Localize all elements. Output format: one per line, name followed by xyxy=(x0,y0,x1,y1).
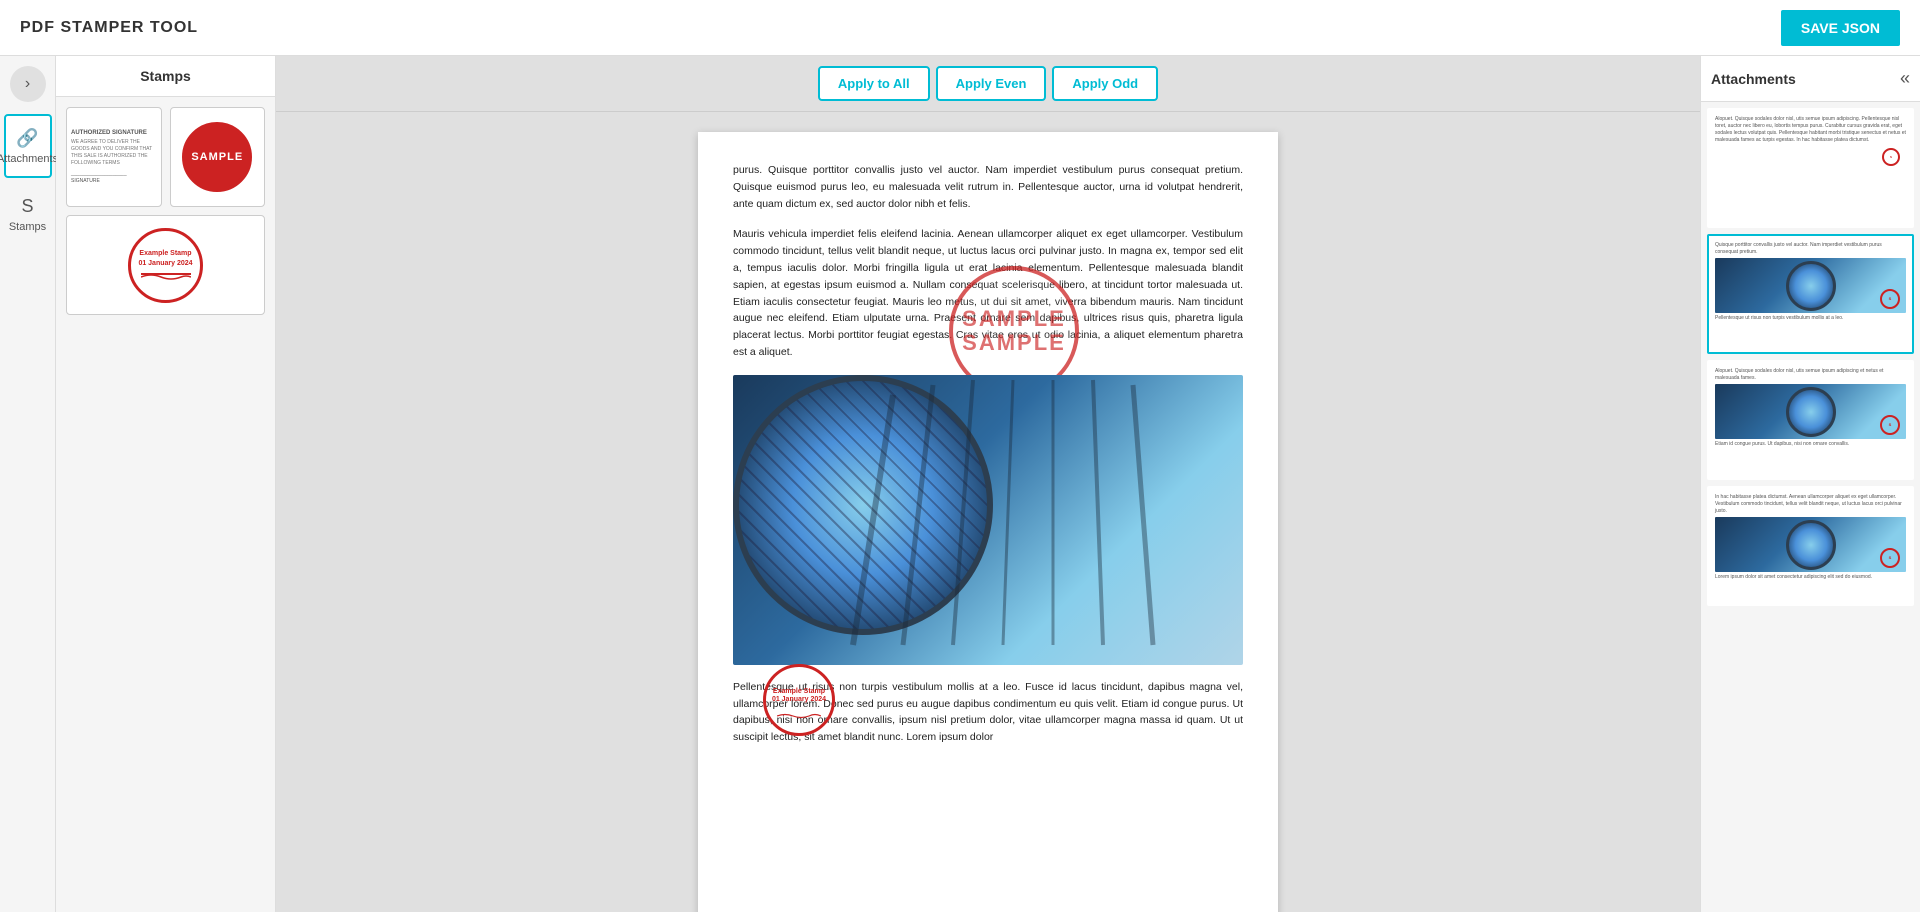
att-page2-stamp: S xyxy=(1880,289,1900,309)
apply-odd-button[interactable]: Apply Odd xyxy=(1052,66,1158,101)
pdf-page: purus. Quisque porttitor convallis justo… xyxy=(698,132,1278,912)
stamp-thumb-doc[interactable]: AUTHORIZED SIGNATURE WE AGREE TO DELIVER… xyxy=(66,107,162,207)
stamp-thumb-sample[interactable]: SAMPLE xyxy=(170,107,266,207)
attachment-thumb-page2[interactable]: Quisque porttitor convallis justo vel au… xyxy=(1707,234,1914,354)
attachments-title: Attachments xyxy=(1711,71,1796,87)
attachments-header: Attachments « xyxy=(1701,56,1920,102)
att-page1-stamp: S xyxy=(1882,148,1900,166)
pdf-paragraph-2-wrapper: Mauris vehicula imperdiet felis eleifend… xyxy=(733,226,1243,360)
pdf-paragraph-3: Pellentesque ut risus non turpis vestibu… xyxy=(733,679,1243,746)
stamps-panel: Stamps AUTHORIZED SIGNATURE WE AGREE TO … xyxy=(56,56,276,912)
save-json-button[interactable]: SAVE JSON xyxy=(1781,10,1900,46)
att-page1-stamp-text: S xyxy=(1890,155,1892,159)
att-page3-stamp: S xyxy=(1880,415,1900,435)
stamps-tab-label: Stamps xyxy=(9,221,46,233)
att-page4-building xyxy=(1786,520,1836,570)
attachments-list: Alopuet. Quisque sodales dolor nisl, uti… xyxy=(1701,102,1920,912)
attachment-thumb-page4[interactable]: In hac habitasse platea dictumst. Aenean… xyxy=(1707,486,1914,606)
main-layout: › 🔗 Attachments S Stamps Stamps AUTHORIZ… xyxy=(0,56,1920,912)
att-page2-image: S xyxy=(1715,258,1906,313)
att-page2-building xyxy=(1786,261,1836,311)
attachments-panel: Attachments « Alopuet. Quisque sodales d… xyxy=(1700,56,1920,912)
app-header: PDF STAMPER TOOL SAVE JSON xyxy=(0,0,1920,56)
att-page4-content: In hac habitasse platea dictumst. Aenean… xyxy=(1709,488,1912,587)
pdf-viewer: Apply to All Apply Even Apply Odd purus.… xyxy=(276,56,1700,912)
sample-stamp-text: SAMPLE xyxy=(191,151,243,163)
apply-even-button[interactable]: Apply Even xyxy=(936,66,1047,101)
stamps-icon: S xyxy=(21,196,33,217)
building-svg-overlay xyxy=(733,375,1243,665)
stamp-thumb-example[interactable]: Example Stamp01 January 2024 xyxy=(66,215,265,315)
pdf-building-image xyxy=(733,375,1243,665)
stamp-wave-decoration xyxy=(141,273,191,281)
att-page2-content: Quisque porttitor convallis justo vel au… xyxy=(1709,236,1912,328)
att-page4-image: S xyxy=(1715,517,1906,572)
attachments-icon: 🔗 xyxy=(16,128,38,149)
pdf-paragraph-2: Mauris vehicula imperdiet felis eleifend… xyxy=(733,226,1243,360)
collapse-attachments-button[interactable]: « xyxy=(1900,68,1910,89)
att-page2-stamp-text: S xyxy=(1889,296,1892,302)
example-stamp-label: Example Stamp01 January 2024 xyxy=(138,249,192,269)
att-page3-building xyxy=(1786,387,1836,437)
att-page4-stamp: S xyxy=(1880,548,1900,568)
sidebar-toggle-button[interactable]: › xyxy=(10,66,46,102)
red-circle-stamp: SAMPLE xyxy=(182,122,252,192)
panel-example-stamp: Example Stamp01 January 2024 xyxy=(128,228,203,303)
att-page3-stamp-text: S xyxy=(1889,422,1892,428)
sidebar-item-attachments[interactable]: 🔗 Attachments xyxy=(4,114,52,178)
apply-toolbar: Apply to All Apply Even Apply Odd xyxy=(276,56,1700,112)
stamps-panel-title: Stamps xyxy=(56,56,275,97)
sidebar-toggle-panel: › 🔗 Attachments S Stamps xyxy=(0,56,56,912)
stamps-grid: AUTHORIZED SIGNATURE WE AGREE TO DELIVER… xyxy=(56,97,275,325)
attachment-thumb-page1[interactable]: Alopuet. Quisque sodales dolor nisl, uti… xyxy=(1707,108,1914,228)
attachment-thumb-page3[interactable]: Alopuet. Quisque sodales dolor nisl, uti… xyxy=(1707,360,1914,480)
att-page4-stamp-text: S xyxy=(1889,555,1892,561)
sidebar-item-stamps[interactable]: S Stamps xyxy=(4,182,52,246)
pdf-paragraph-3-wrapper: Pellentesque ut risus non turpis vestibu… xyxy=(733,679,1243,746)
attachments-tab-label: Attachments xyxy=(0,153,58,165)
att-page3-image: S xyxy=(1715,384,1906,439)
page-view: purus. Quisque porttitor convallis justo… xyxy=(276,112,1700,912)
apply-all-button[interactable]: Apply to All xyxy=(818,66,930,101)
app-title: PDF STAMPER TOOL xyxy=(20,19,198,37)
att-page3-content: Alopuet. Quisque sodales dolor nisl, uti… xyxy=(1709,362,1912,454)
stamp-doc-content: AUTHORIZED SIGNATURE WE AGREE TO DELIVER… xyxy=(67,126,161,189)
att-page1-content: Alopuet. Quisque sodales dolor nisl, uti… xyxy=(1709,110,1912,172)
pdf-paragraph-1: purus. Quisque porttitor convallis justo… xyxy=(733,162,1243,212)
